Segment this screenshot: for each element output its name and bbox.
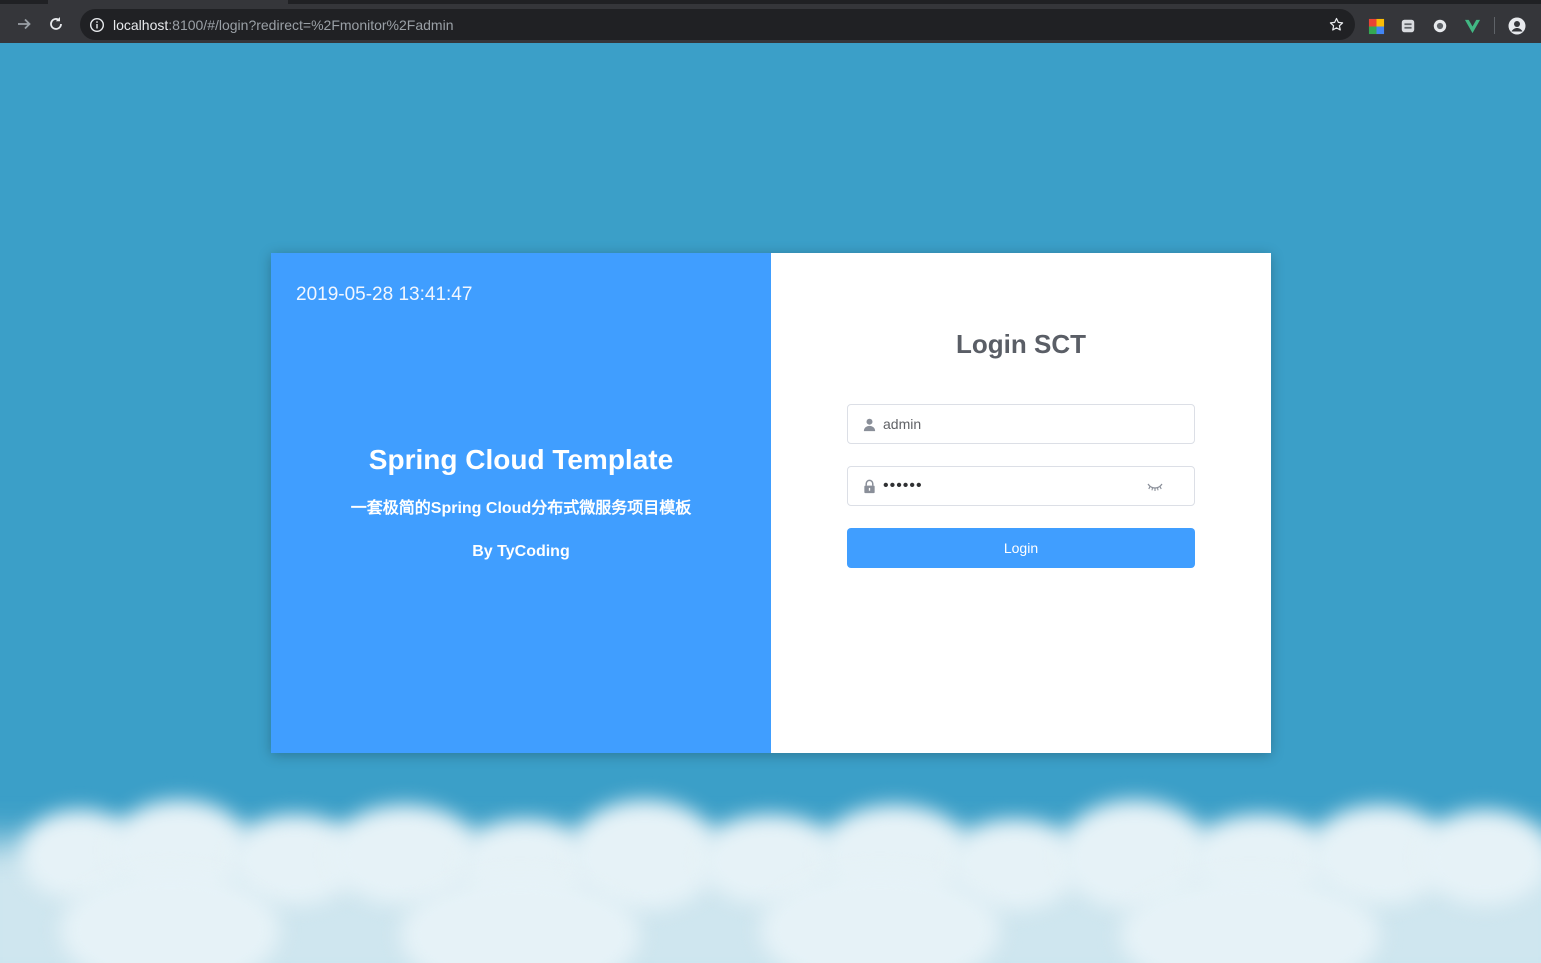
forward-arrow-icon[interactable] [12, 12, 36, 36]
password-field[interactable]: •••••• [847, 466, 1195, 506]
password-value: •••••• [883, 477, 923, 494]
site-info-icon[interactable] [89, 17, 105, 33]
url-host: localhost [113, 17, 169, 33]
login-card: 2019-05-28 13:41:47 Spring Cloud Templat… [271, 253, 1271, 753]
login-panel: Login SCT admin •••••• Login [771, 253, 1271, 753]
url-path: :8100/#/login?redirect=%2Fmonitor%2Fadmi… [168, 17, 454, 33]
profile-icon[interactable] [1508, 17, 1526, 35]
brand-title: Spring Cloud Template [368, 444, 674, 475]
vue-devtools-icon[interactable] [1463, 17, 1481, 35]
brand-block: Spring Cloud Template 一套极简的Spring Cloud分… [271, 443, 771, 562]
current-time: 2019-05-28 13:41:47 [296, 284, 473, 305]
extension-icon[interactable] [1431, 17, 1449, 35]
welcome-panel: 2019-05-28 13:41:47 Spring Cloud Templat… [271, 253, 771, 753]
username-field[interactable]: admin [847, 404, 1195, 444]
login-title: Login SCT [956, 329, 1086, 359]
address-bar[interactable]: localhost:8100/#/login?redirect=%2Fmonit… [80, 9, 1355, 40]
brand-subtitle: 一套极简的Spring Cloud分布式微服务项目模板 [350, 500, 692, 517]
active-tab-edge [48, 0, 288, 4]
login-button[interactable]: Login [847, 528, 1195, 568]
brand-author: By TyCoding [472, 543, 570, 560]
browser-toolbar: localhost:8100/#/login?redirect=%2Fmonit… [0, 0, 1541, 43]
bookmark-star-icon[interactable] [1328, 16, 1345, 33]
extension-icon[interactable] [1399, 17, 1417, 35]
lock-icon [864, 479, 875, 494]
eye-closed-icon[interactable] [1146, 481, 1164, 493]
user-icon [863, 418, 876, 432]
username-value: admin [883, 416, 922, 432]
toolbar-separator [1494, 17, 1495, 34]
reload-icon[interactable] [44, 12, 68, 36]
extension-icon[interactable] [1367, 17, 1385, 35]
url-text: localhost:8100/#/login?redirect=%2Fmonit… [113, 17, 453, 33]
cloud-background [0, 770, 1541, 963]
